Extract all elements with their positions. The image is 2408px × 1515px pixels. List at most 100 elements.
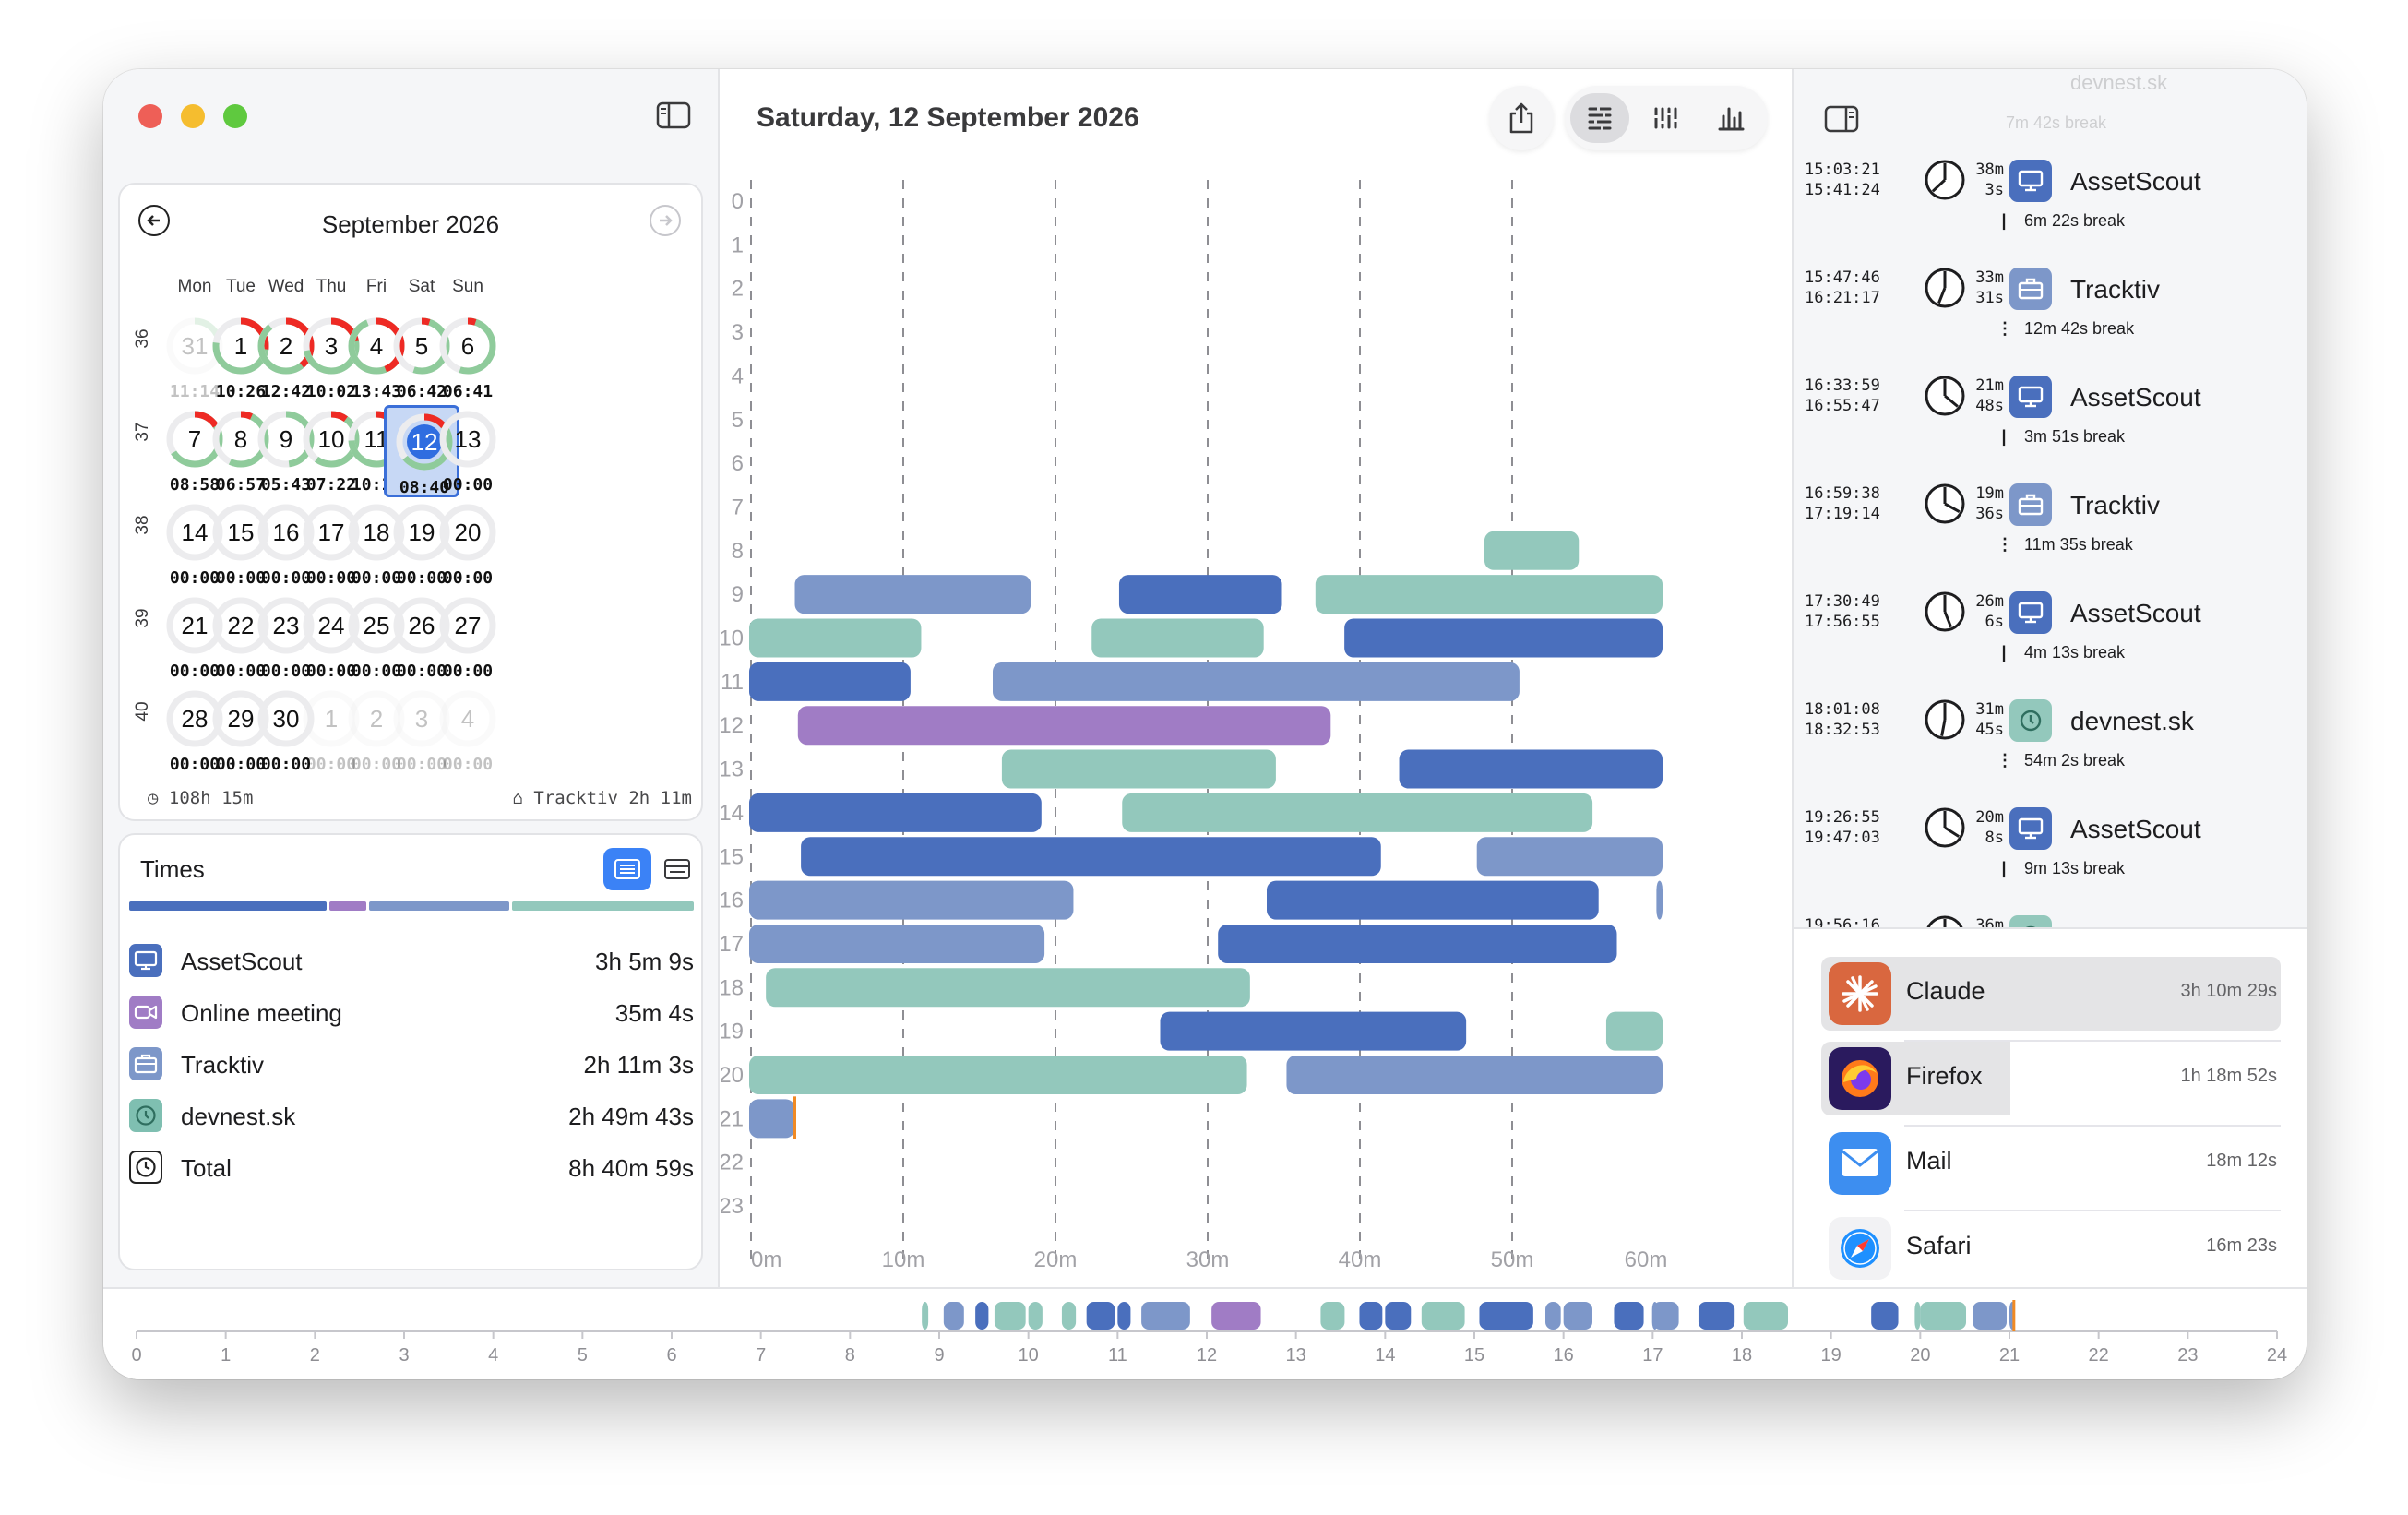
- break-duration-label: 11m 35s break: [2024, 535, 2133, 554]
- session-project-name: Tracktiv: [2070, 491, 2160, 519]
- session-bar[interactable]: [1091, 618, 1264, 658]
- app-usage-row[interactable]: Firefox 1h 18m 52s: [1821, 1042, 2281, 1127]
- times-row-duration: 8h 40m 59s: [568, 1154, 694, 1182]
- columns-view-icon[interactable]: [1637, 93, 1696, 143]
- app-usage-name: Claude: [1906, 977, 1985, 1005]
- clock-icon: ◷: [148, 788, 159, 808]
- calendar-day[interactable]: 27 00:00: [430, 591, 506, 684]
- session-bar[interactable]: [1218, 924, 1617, 963]
- monitor-icon: [2009, 160, 2052, 202]
- toggle-inspector-icon[interactable]: [1821, 102, 1862, 136]
- calendar-day[interactable]: 20 00:00: [430, 498, 506, 590]
- session-bar[interactable]: [766, 968, 1250, 1008]
- monitor-icon: [2009, 376, 2052, 418]
- faded-session-label: devnest.sk: [2070, 71, 2168, 94]
- session-clock-icon: [1925, 483, 1965, 524]
- session-bar[interactable]: [1001, 749, 1276, 789]
- session-bar[interactable]: [1605, 1011, 1663, 1051]
- session-bar[interactable]: [1484, 531, 1580, 570]
- strip-session-bar[interactable]: [994, 1302, 1026, 1330]
- strip-session-bar[interactable]: [1141, 1302, 1190, 1330]
- strip-session-bar[interactable]: [1479, 1302, 1533, 1330]
- calendar-day[interactable]: 13 00:00: [430, 405, 506, 497]
- strip-session-bar[interactable]: [1545, 1302, 1561, 1330]
- session-duration-seconds: 45s: [1975, 721, 2004, 739]
- session-bar[interactable]: [749, 793, 1042, 832]
- session-bar[interactable]: [1160, 1011, 1467, 1051]
- list-view-toggle[interactable]: [603, 848, 651, 890]
- timer-icon: [2009, 699, 2052, 742]
- strip-session-bar[interactable]: [1871, 1302, 1899, 1330]
- toggle-sidebar-icon[interactable]: [655, 101, 692, 130]
- strip-hour-label: 19: [1821, 1345, 1842, 1366]
- calendar-day[interactable]: 6 06:41: [430, 312, 506, 404]
- session-bar[interactable]: [749, 662, 911, 701]
- session-duration-minutes: 33m: [1975, 268, 2004, 287]
- session-bar[interactable]: [1476, 837, 1663, 877]
- session-bar[interactable]: [749, 1099, 795, 1139]
- session-bar[interactable]: [749, 880, 1074, 920]
- app-usage-duration: 1h 18m 52s: [2180, 1066, 2277, 1086]
- strip-session-bar[interactable]: [1698, 1302, 1735, 1330]
- break-line-icon: |: [2001, 643, 2007, 662]
- session-duration-seconds: 48s: [1975, 397, 2004, 415]
- session-bar[interactable]: [993, 662, 1520, 701]
- session-end: 17:19:14: [1805, 505, 1880, 523]
- strip-session-bar[interactable]: [1117, 1302, 1131, 1330]
- session-bar[interactable]: [794, 575, 1031, 614]
- strip-session-bar[interactable]: [1920, 1302, 1967, 1330]
- session-bar[interactable]: [749, 618, 922, 658]
- strip-session-bar[interactable]: [1385, 1302, 1412, 1330]
- app-usage-row[interactable]: Mail 18m 12s: [1821, 1127, 2281, 1211]
- strip-session-bar[interactable]: [1973, 1302, 2007, 1330]
- times-row[interactable]: AssetScout 3h 5m 9s: [129, 938, 694, 984]
- strip-session-bar[interactable]: [1028, 1302, 1043, 1330]
- session-bar[interactable]: [1267, 880, 1599, 920]
- strip-session-bar[interactable]: [1614, 1302, 1644, 1330]
- strip-session-bar[interactable]: [1086, 1302, 1115, 1330]
- session-bar[interactable]: [1118, 575, 1282, 614]
- y-tick-label: 18: [721, 975, 744, 1000]
- strip-session-bar[interactable]: [943, 1302, 964, 1330]
- strip-session-bar[interactable]: [1211, 1302, 1261, 1330]
- times-row[interactable]: Tracktiv 2h 11m 3s: [129, 1042, 694, 1088]
- session-bar[interactable]: [1315, 575, 1663, 614]
- app-usage-row[interactable]: Claude 3h 10m 29s: [1821, 957, 2281, 1042]
- strip-session-bar[interactable]: [1359, 1302, 1383, 1330]
- session-bar[interactable]: [1344, 618, 1663, 658]
- strip-session-bar[interactable]: [1061, 1302, 1077, 1330]
- times-row[interactable]: Online meeting 35m 4s: [129, 990, 694, 1036]
- bar-chart-view-icon[interactable]: [1701, 93, 1760, 143]
- strip-session-bar[interactable]: [1914, 1302, 1921, 1330]
- zoom-window-button[interactable]: [223, 104, 247, 128]
- session-bar[interactable]: [749, 1056, 1247, 1094]
- session-bar[interactable]: [797, 706, 1331, 746]
- session-bar[interactable]: [801, 837, 1381, 877]
- session-end: 17:56:55: [1805, 613, 1880, 631]
- strip-session-bar[interactable]: [1563, 1302, 1592, 1330]
- card-view-toggle[interactable]: [653, 848, 701, 890]
- strip-hour-label: 24: [2267, 1345, 2287, 1366]
- strip-session-bar[interactable]: [975, 1302, 989, 1330]
- session-bar[interactable]: [1399, 749, 1663, 789]
- times-row[interactable]: devnest.sk 2h 49m 43s: [129, 1093, 694, 1139]
- strip-session-bar[interactable]: [1421, 1302, 1465, 1330]
- close-window-button[interactable]: [138, 104, 162, 128]
- session-bar[interactable]: [749, 924, 1045, 963]
- session-bar[interactable]: [1656, 880, 1663, 920]
- session-bar[interactable]: [1286, 1056, 1663, 1094]
- times-row[interactable]: Total 8h 40m 59s: [129, 1145, 694, 1191]
- session-bar[interactable]: [1122, 793, 1593, 832]
- strip-session-bar[interactable]: [1320, 1302, 1345, 1330]
- minimize-window-button[interactable]: [181, 104, 205, 128]
- strip-session-bar[interactable]: [1743, 1302, 1789, 1330]
- timeline-view-icon[interactable]: [1570, 93, 1629, 143]
- share-icon[interactable]: [1489, 86, 1554, 150]
- strip-session-bar[interactable]: [1652, 1302, 1679, 1330]
- view-mode-group: [1565, 86, 1768, 150]
- strip-session-bar[interactable]: [922, 1302, 929, 1330]
- next-month-button[interactable]: [650, 205, 681, 236]
- calendar-day[interactable]: 4 00:00: [430, 685, 506, 777]
- strip-hour-label: 0: [131, 1345, 141, 1366]
- app-usage-row[interactable]: Safari 16m 23s: [1821, 1211, 2281, 1285]
